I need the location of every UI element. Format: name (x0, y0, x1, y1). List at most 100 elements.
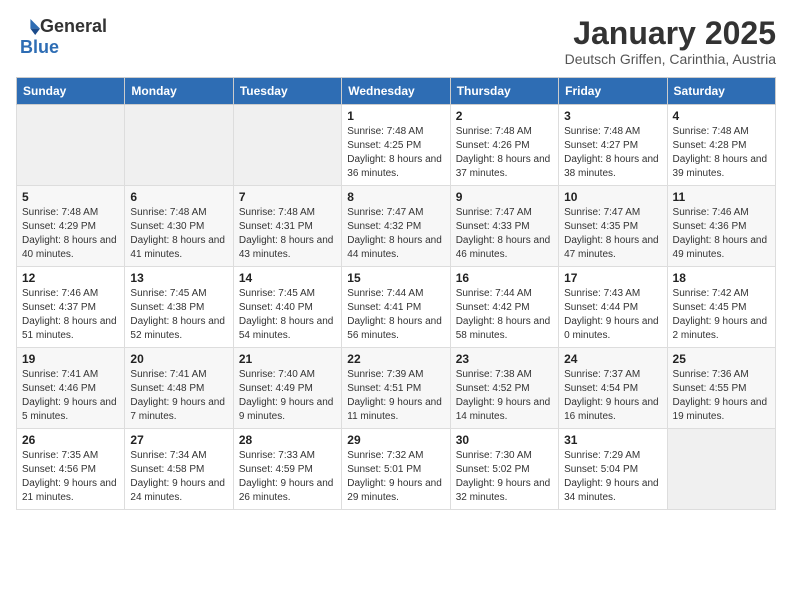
day-info: Sunrise: 7:48 AM Sunset: 4:28 PM Dayligh… (673, 125, 770, 181)
day-info: Sunrise: 7:40 AM Sunset: 4:49 PM Dayligh… (239, 368, 336, 424)
header-saturday: Saturday (667, 78, 775, 105)
calendar-cell: 20 Sunrise: 7:41 AM Sunset: 4:48 PM Dayli… (125, 348, 233, 429)
day-info: Sunrise: 7:35 AM Sunset: 4:56 PM Dayligh… (22, 449, 119, 505)
day-number: 3 (564, 109, 661, 123)
calendar-title: January 2025 (565, 16, 776, 51)
day-info: Sunrise: 7:42 AM Sunset: 4:45 PM Dayligh… (673, 287, 770, 343)
day-number: 20 (130, 352, 227, 366)
calendar-cell: 24 Sunrise: 7:37 AM Sunset: 4:54 PM Dayli… (559, 348, 667, 429)
day-info: Sunrise: 7:46 AM Sunset: 4:37 PM Dayligh… (22, 287, 119, 343)
calendar-cell: 29 Sunrise: 7:32 AM Sunset: 5:01 PM Dayli… (342, 429, 450, 510)
day-info: Sunrise: 7:43 AM Sunset: 4:44 PM Dayligh… (564, 287, 661, 343)
day-number: 27 (130, 433, 227, 447)
day-info: Sunrise: 7:37 AM Sunset: 4:54 PM Dayligh… (564, 368, 661, 424)
header-sunday: Sunday (17, 78, 125, 105)
calendar-cell: 25Sunrise: 7:36 AM Sunset: 4:55 PM Dayli… (667, 348, 775, 429)
calendar-cell: 12 Sunrise: 7:46 AM Sunset: 4:37 PM Dayli… (17, 267, 125, 348)
day-number: 11 (673, 190, 770, 204)
logo-icon (16, 17, 40, 37)
calendar-cell: 18 Sunrise: 7:42 AM Sunset: 4:45 PM Dayli… (667, 267, 775, 348)
day-info: Sunrise: 7:47 AM Sunset: 4:35 PM Dayligh… (564, 206, 661, 262)
day-number: 12 (22, 271, 119, 285)
calendar-week-row: 5Sunrise: 7:48 AM Sunset: 4:29 PM Daylig… (17, 186, 776, 267)
day-info: Sunrise: 7:32 AM Sunset: 5:01 PM Dayligh… (347, 449, 444, 505)
calendar-cell (667, 429, 775, 510)
calendar-cell: 19 Sunrise: 7:41 AM Sunset: 4:46 PM Dayli… (17, 348, 125, 429)
day-info: Sunrise: 7:45 AM Sunset: 4:38 PM Dayligh… (130, 287, 227, 343)
calendar-cell: 28 Sunrise: 7:33 AM Sunset: 4:59 PM Dayli… (233, 429, 341, 510)
day-info: Sunrise: 7:48 AM Sunset: 4:26 PM Dayligh… (456, 125, 553, 181)
day-info: Sunrise: 7:48 AM Sunset: 4:25 PM Dayligh… (347, 125, 444, 181)
day-number: 17 (564, 271, 661, 285)
header-thursday: Thursday (450, 78, 558, 105)
day-number: 14 (239, 271, 336, 285)
day-number: 19 (22, 352, 119, 366)
day-number: 13 (130, 271, 227, 285)
calendar-week-row: 19 Sunrise: 7:41 AM Sunset: 4:46 PM Dayli… (17, 348, 776, 429)
calendar-subtitle: Deutsch Griffen, Carinthia, Austria (565, 51, 776, 67)
header-monday: Monday (125, 78, 233, 105)
header-friday: Friday (559, 78, 667, 105)
day-number: 8 (347, 190, 444, 204)
day-number: 26 (22, 433, 119, 447)
day-number: 28 (239, 433, 336, 447)
calendar-cell (17, 105, 125, 186)
calendar-cell: 13 Sunrise: 7:45 AM Sunset: 4:38 PM Dayli… (125, 267, 233, 348)
logo-general: General (40, 16, 107, 37)
day-number: 31 (564, 433, 661, 447)
day-info: Sunrise: 7:44 AM Sunset: 4:41 PM Dayligh… (347, 287, 444, 343)
calendar-cell: 17 Sunrise: 7:43 AM Sunset: 4:44 PM Dayli… (559, 267, 667, 348)
page-header: General Blue January 2025 Deutsch Griffe… (16, 16, 776, 67)
day-info: Sunrise: 7:41 AM Sunset: 4:46 PM Dayligh… (22, 368, 119, 424)
calendar-cell: 16Sunrise: 7:44 AM Sunset: 4:42 PM Dayli… (450, 267, 558, 348)
calendar-cell: 23Sunrise: 7:38 AM Sunset: 4:52 PM Dayli… (450, 348, 558, 429)
calendar-cell (125, 105, 233, 186)
calendar-cell: 8 Sunrise: 7:47 AM Sunset: 4:32 PM Daylig… (342, 186, 450, 267)
day-info: Sunrise: 7:46 AM Sunset: 4:36 PM Dayligh… (673, 206, 770, 262)
day-info: Sunrise: 7:47 AM Sunset: 4:33 PM Dayligh… (456, 206, 553, 262)
day-info: Sunrise: 7:29 AM Sunset: 5:04 PM Dayligh… (564, 449, 661, 505)
calendar-cell (233, 105, 341, 186)
calendar-header-row: Sunday Monday Tuesday Wednesday Thursday… (17, 78, 776, 105)
calendar-table: Sunday Monday Tuesday Wednesday Thursday… (16, 77, 776, 510)
calendar-cell: 31 Sunrise: 7:29 AM Sunset: 5:04 PM Dayli… (559, 429, 667, 510)
calendar-cell: 30Sunrise: 7:30 AM Sunset: 5:02 PM Dayli… (450, 429, 558, 510)
day-info: Sunrise: 7:41 AM Sunset: 4:48 PM Dayligh… (130, 368, 227, 424)
day-number: 4 (673, 109, 770, 123)
day-number: 6 (130, 190, 227, 204)
day-number: 15 (347, 271, 444, 285)
calendar-cell: 6Sunrise: 7:48 AM Sunset: 4:30 PM Daylig… (125, 186, 233, 267)
day-number: 29 (347, 433, 444, 447)
day-number: 21 (239, 352, 336, 366)
day-number: 24 (564, 352, 661, 366)
day-number: 7 (239, 190, 336, 204)
day-number: 9 (456, 190, 553, 204)
header-wednesday: Wednesday (342, 78, 450, 105)
calendar-cell: 9 Sunrise: 7:47 AM Sunset: 4:33 PM Daylig… (450, 186, 558, 267)
logo: General Blue (16, 16, 107, 58)
day-number: 10 (564, 190, 661, 204)
day-info: Sunrise: 7:44 AM Sunset: 4:42 PM Dayligh… (456, 287, 553, 343)
calendar-cell: 2 Sunrise: 7:48 AM Sunset: 4:26 PM Daylig… (450, 105, 558, 186)
calendar-cell: 1 Sunrise: 7:48 AM Sunset: 4:25 PM Daylig… (342, 105, 450, 186)
day-number: 2 (456, 109, 553, 123)
day-info: Sunrise: 7:48 AM Sunset: 4:31 PM Dayligh… (239, 206, 336, 262)
calendar-cell: 4 Sunrise: 7:48 AM Sunset: 4:28 PM Daylig… (667, 105, 775, 186)
day-info: Sunrise: 7:45 AM Sunset: 4:40 PM Dayligh… (239, 287, 336, 343)
day-info: Sunrise: 7:47 AM Sunset: 4:32 PM Dayligh… (347, 206, 444, 262)
calendar-cell: 7 Sunrise: 7:48 AM Sunset: 4:31 PM Daylig… (233, 186, 341, 267)
day-number: 5 (22, 190, 119, 204)
day-info: Sunrise: 7:33 AM Sunset: 4:59 PM Dayligh… (239, 449, 336, 505)
day-info: Sunrise: 7:38 AM Sunset: 4:52 PM Dayligh… (456, 368, 553, 424)
day-info: Sunrise: 7:48 AM Sunset: 4:27 PM Dayligh… (564, 125, 661, 181)
calendar-cell: 11 Sunrise: 7:46 AM Sunset: 4:36 PM Dayli… (667, 186, 775, 267)
day-number: 1 (347, 109, 444, 123)
calendar-cell: 10 Sunrise: 7:47 AM Sunset: 4:35 PM Dayli… (559, 186, 667, 267)
day-info: Sunrise: 7:36 AM Sunset: 4:55 PM Dayligh… (673, 368, 770, 424)
calendar-cell: 21 Sunrise: 7:40 AM Sunset: 4:49 PM Dayli… (233, 348, 341, 429)
day-number: 22 (347, 352, 444, 366)
calendar-cell: 5Sunrise: 7:48 AM Sunset: 4:29 PM Daylig… (17, 186, 125, 267)
day-number: 18 (673, 271, 770, 285)
calendar-cell: 14 Sunrise: 7:45 AM Sunset: 4:40 PM Dayli… (233, 267, 341, 348)
calendar-week-row: 12 Sunrise: 7:46 AM Sunset: 4:37 PM Dayli… (17, 267, 776, 348)
